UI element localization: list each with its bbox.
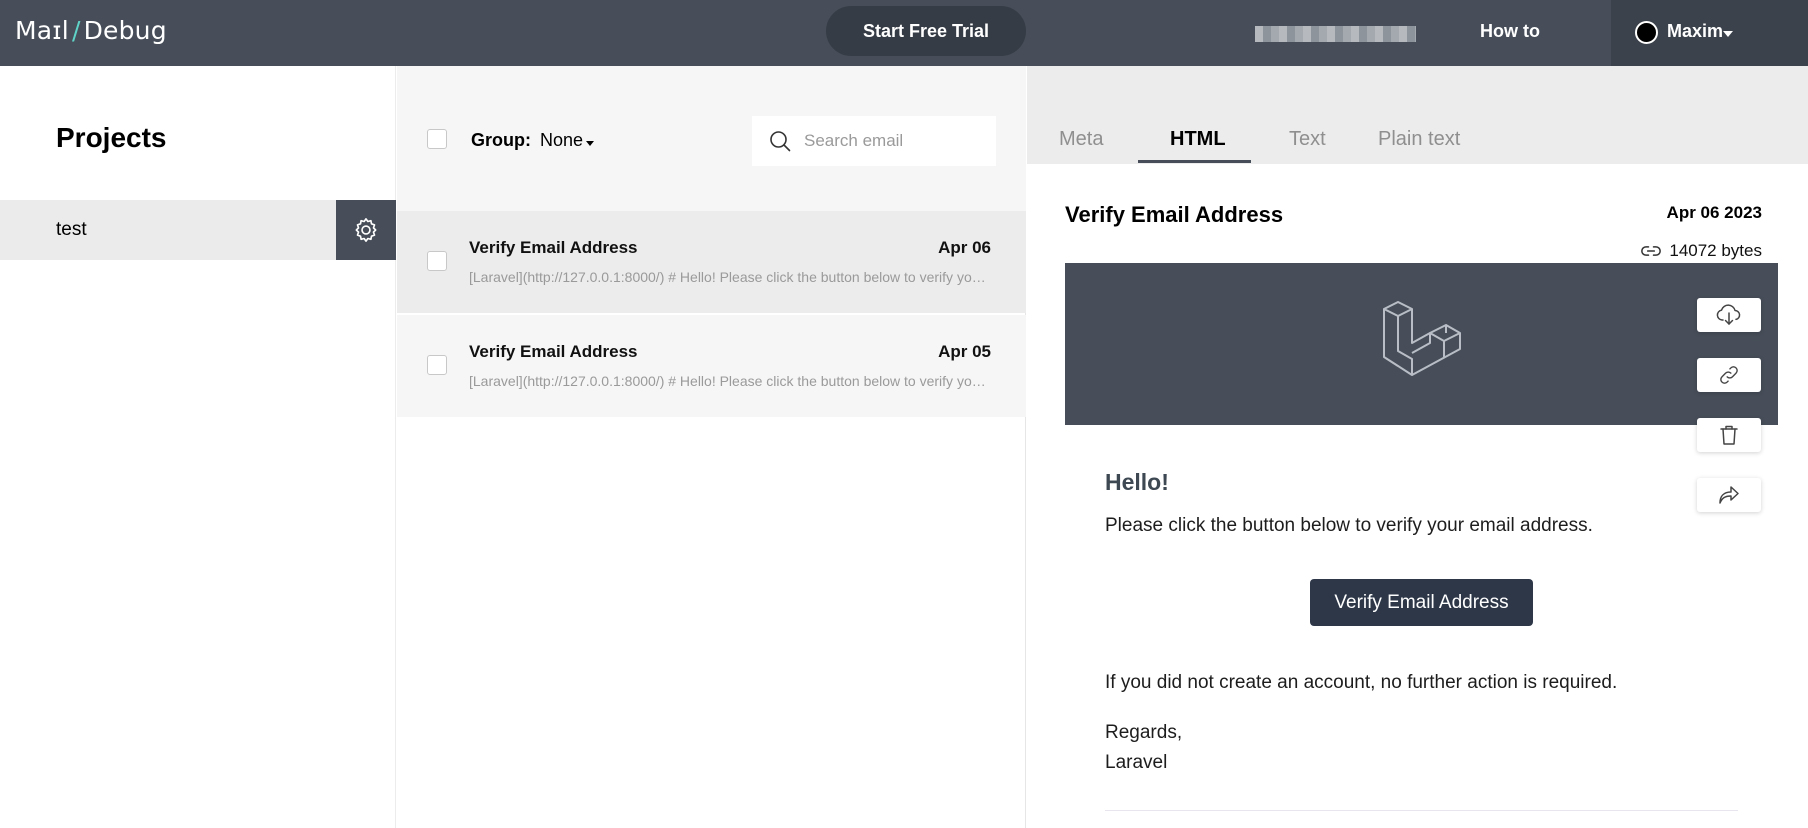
- search-input[interactable]: [804, 116, 990, 166]
- laravel-logo-icon: [1383, 301, 1461, 376]
- size-text: 14072 bytes: [1669, 241, 1762, 260]
- share-button[interactable]: [1697, 478, 1761, 512]
- link-icon: [1720, 366, 1738, 384]
- search-icon: [770, 131, 791, 152]
- project-label: test: [56, 219, 87, 240]
- email-list-item[interactable]: Verify Email Address Apr 05 [Laravel](ht…: [397, 315, 1026, 417]
- how-to-link[interactable]: How to: [1480, 21, 1540, 42]
- top-bar: Maɪl / Debug Start Free Trial How to Maxim: [0, 0, 1808, 66]
- email-regards: Regards,: [1105, 722, 1183, 743]
- email-list-panel: Group: None Verify Email Address Apr 06 …: [397, 66, 1026, 828]
- chevron-down-icon: [1723, 31, 1733, 37]
- tab-html[interactable]: HTML: [1170, 128, 1226, 151]
- email-date: Apr 05: [938, 342, 991, 361]
- list-toolbar: Group: None: [397, 66, 1026, 211]
- select-all-checkbox[interactable]: [427, 129, 447, 149]
- email-list-item[interactable]: Verify Email Address Apr 06 [Laravel](ht…: [397, 211, 1026, 313]
- email-signature: Laravel: [1105, 752, 1168, 773]
- email-subject: Verify Email Address: [469, 238, 638, 257]
- email-header-banner: [1065, 263, 1778, 425]
- copy-link-button[interactable]: [1697, 358, 1761, 392]
- group-dropdown[interactable]: None: [540, 130, 583, 151]
- logo-slash: /: [71, 16, 81, 45]
- group-label: Group:: [471, 130, 531, 150]
- email-date: Apr 06: [938, 238, 991, 257]
- project-settings-button[interactable]: [336, 200, 396, 260]
- mail-debug-logo[interactable]: Maɪl / Debug: [15, 16, 167, 45]
- preview-tabs: Meta HTML Text Plain text: [1027, 66, 1808, 164]
- email-preview: [Laravel](http://127.0.0.1:8000/) # Hell…: [469, 373, 989, 389]
- preview-size: 14072 bytes: [1641, 241, 1762, 261]
- email-checkbox[interactable]: [427, 355, 447, 375]
- verify-email-button[interactable]: Verify Email Address: [1310, 579, 1533, 626]
- preview-subject: Verify Email Address: [1065, 202, 1284, 227]
- redacted-text: [1255, 26, 1416, 42]
- email-intro-line: Please click the button below to verify …: [1105, 515, 1593, 536]
- search-box[interactable]: [752, 116, 996, 166]
- tab-meta[interactable]: Meta: [1059, 128, 1103, 151]
- share-icon: [1719, 486, 1739, 504]
- preview-date: Apr 06 2023: [1666, 203, 1762, 222]
- user-name: Maxim: [1667, 21, 1724, 41]
- email-preview-panel: Meta HTML Text Plain text Verify Email A…: [1027, 66, 1808, 828]
- email-greeting: Hello!: [1105, 469, 1169, 495]
- email-preview: [Laravel](http://127.0.0.1:8000/) # Hell…: [469, 269, 989, 285]
- projects-sidebar: Projects test: [0, 66, 396, 828]
- download-icon: [1716, 304, 1741, 325]
- projects-title: Projects: [56, 122, 167, 153]
- email-html-frame: Hello! Please click the button below to …: [1065, 263, 1778, 828]
- logo-text-left: Maɪl: [15, 16, 69, 45]
- user-menu[interactable]: Maxim: [1611, 0, 1808, 66]
- user-avatar: [1635, 21, 1658, 44]
- logo-text-right: Debug: [83, 16, 167, 45]
- link-icon: [1641, 246, 1662, 256]
- project-item-test[interactable]: test: [0, 200, 336, 260]
- email-checkbox[interactable]: [427, 251, 447, 271]
- email-divider: [1105, 810, 1738, 811]
- email-outro-line: If you did not create an account, no fur…: [1105, 672, 1618, 693]
- active-tab-indicator: [1138, 160, 1251, 163]
- tab-plain-text[interactable]: Plain text: [1378, 128, 1460, 151]
- start-free-trial-button[interactable]: Start Free Trial: [826, 6, 1026, 56]
- gear-icon: [355, 218, 377, 242]
- trash-icon: [1720, 425, 1738, 445]
- delete-button[interactable]: [1697, 418, 1761, 452]
- download-button[interactable]: [1697, 298, 1761, 332]
- chevron-down-icon: [586, 141, 594, 146]
- tab-text[interactable]: Text: [1289, 128, 1326, 151]
- email-subject: Verify Email Address: [469, 342, 638, 361]
